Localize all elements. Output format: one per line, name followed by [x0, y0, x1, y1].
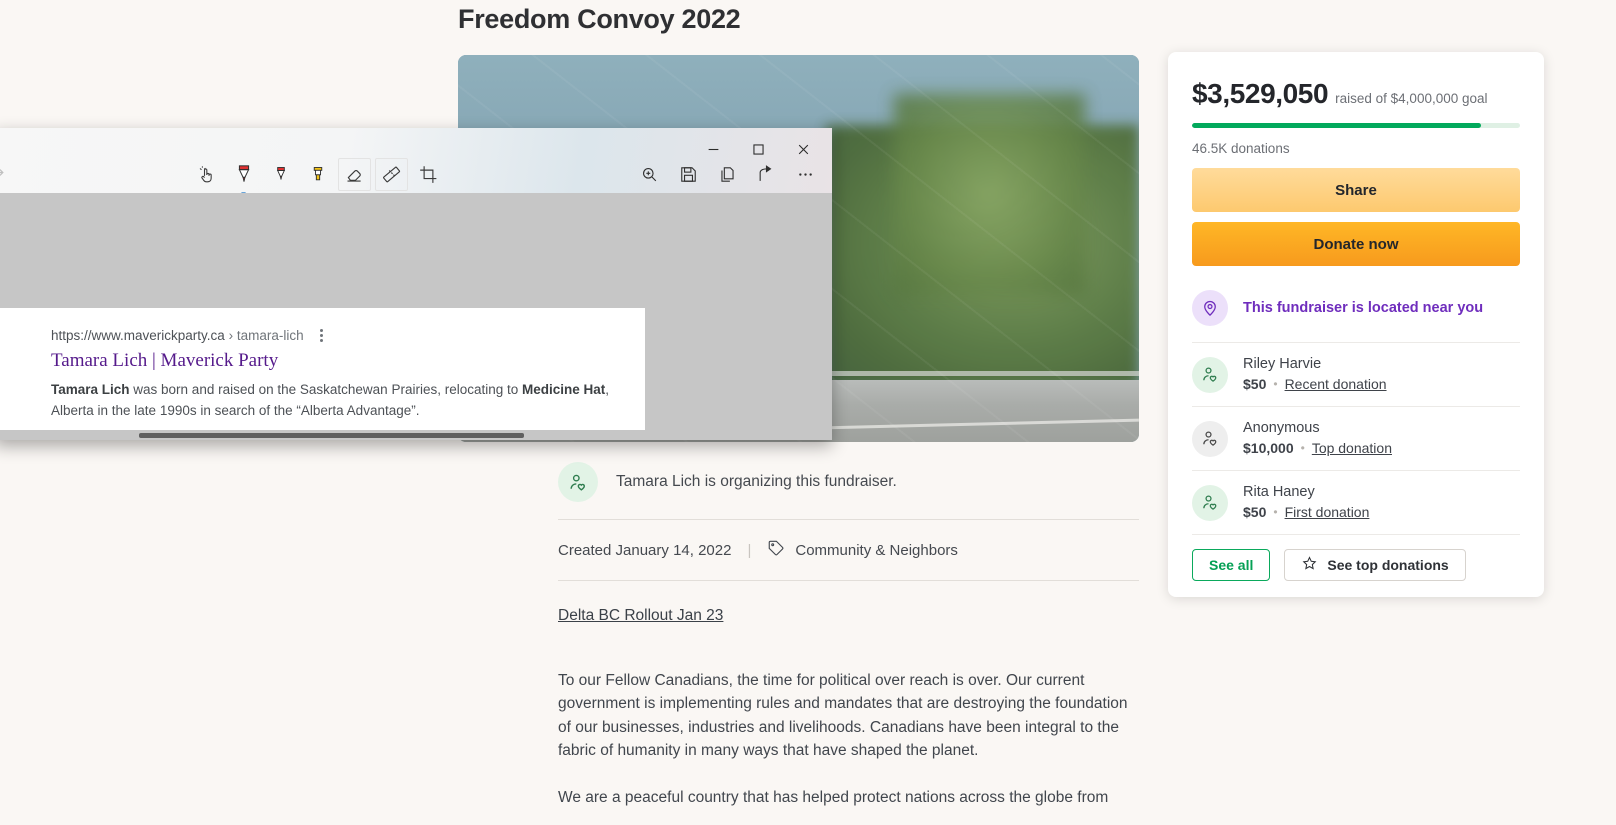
story-paragraph-1: To our Fellow Canadians, the time for po…: [558, 671, 1128, 760]
pencil-icon[interactable]: [264, 158, 297, 191]
kebab-menu-icon[interactable]: [319, 329, 323, 342]
donor-row: Rita Haney $50 • First donation: [1192, 471, 1520, 535]
page-title: Freedom Convoy 2022: [458, 4, 741, 34]
save-icon[interactable]: [672, 158, 705, 191]
progress-bar-fill: [1192, 123, 1481, 128]
search-result-url: https://www.maverickparty.ca › tamara-li…: [51, 328, 304, 343]
card-actions: See all See top donations: [1192, 549, 1520, 581]
person-heart-icon: [1192, 484, 1228, 521]
see-all-button[interactable]: See all: [1192, 549, 1271, 581]
redo-icon[interactable]: [0, 158, 14, 192]
highlighter-icon[interactable]: [301, 158, 334, 191]
trees-backdrop-secondary: [893, 93, 1085, 295]
snippet-bold-term-1: Tamara Lich: [51, 382, 130, 397]
search-result-title[interactable]: Tamara Lich | Maverick Party: [51, 348, 631, 373]
see-top-donations-label: See top donations: [1327, 557, 1449, 573]
donor-row: Anonymous $10,000 • Top donation: [1192, 407, 1520, 471]
snippet-bold-term-2: Medicine Hat: [522, 382, 606, 397]
person-heart-icon: [558, 462, 598, 502]
progress-bar: [1192, 123, 1520, 128]
search-result: https://www.maverickparty.ca › tamara-li…: [51, 328, 631, 421]
snipping-tool-window: ▾: [0, 128, 832, 440]
crop-icon[interactable]: [412, 158, 445, 191]
ruler-icon[interactable]: [375, 158, 408, 191]
share-icon[interactable]: [750, 158, 783, 191]
donation-card: $3,529,050 raised of $4,000,000 goal 46.…: [1168, 52, 1544, 597]
eraser-icon[interactable]: [338, 158, 371, 191]
search-result-breadcrumb: › tamara-lich: [228, 328, 304, 343]
meta-separator: |: [747, 541, 752, 559]
location-pin-icon: [1192, 290, 1228, 326]
guardrail: [798, 371, 1139, 377]
donate-now-button[interactable]: Donate now: [1192, 222, 1520, 266]
divider-bottom: [558, 580, 1139, 581]
raised-amount: $3,529,050: [1192, 78, 1329, 109]
donor-name: Riley Harvie: [1243, 356, 1322, 372]
share-button[interactable]: Share: [1192, 168, 1520, 212]
donor-tag[interactable]: Recent donation: [1285, 374, 1387, 394]
search-result-url-row: https://www.maverickparty.ca › tamara-li…: [51, 328, 631, 343]
category-chip[interactable]: Community & Neighbors: [767, 539, 958, 561]
donor-list: Riley Harvie $50 • Recent donation Anonymous…: [1192, 343, 1520, 535]
donor-dot: •: [1273, 377, 1278, 391]
raised-line: $3,529,050 raised of $4,000,000 goal: [1192, 78, 1520, 110]
more-options-icon[interactable]: [789, 158, 822, 191]
donor-tag[interactable]: First donation: [1285, 502, 1370, 522]
story-paragraph-2: We are a peaceful country that has helpe…: [558, 788, 1109, 806]
created-date: Created January 14, 2022: [558, 541, 732, 559]
person-heart-icon: [1192, 356, 1228, 393]
meta-row: Created January 14, 2022 | Community & N…: [558, 539, 958, 561]
ballpoint-pen-icon[interactable]: ▾: [227, 158, 260, 201]
near-you-banner: This fundraiser is located near you: [1192, 274, 1520, 343]
see-top-donations-button[interactable]: See top donations: [1284, 549, 1466, 581]
snipping-tool-toolbar: ▾: [190, 158, 445, 201]
zoom-icon[interactable]: [633, 158, 666, 191]
donor-dot: •: [1273, 505, 1278, 519]
donor-amount: $50: [1243, 504, 1267, 520]
star-icon: [1301, 555, 1318, 575]
donor-amount: $10,000: [1243, 440, 1294, 456]
snipping-tool-actions: [633, 158, 822, 191]
donor-name: Anonymous: [1243, 420, 1320, 436]
captured-snippet-image: https://www.maverickparty.ca › tamara-li…: [0, 308, 645, 440]
donor-tag[interactable]: Top donation: [1312, 438, 1392, 458]
horizontal-scrollbar[interactable]: [0, 430, 832, 440]
snip-canvas: https://www.maverickparty.ca › tamara-li…: [0, 193, 832, 440]
donor-name: Rita Haney: [1243, 484, 1315, 500]
divider-top: [558, 519, 1139, 520]
copy-icon[interactable]: [711, 158, 744, 191]
donor-dot: •: [1300, 441, 1305, 455]
story-update-link[interactable]: Delta BC Rollout Jan 23: [558, 607, 723, 625]
search-result-snippet: Tamara Lich was born and raised on the S…: [51, 379, 617, 421]
screen: Freedom Convoy 2022 Tamara Lich is organ…: [0, 0, 1616, 825]
donations-count: 46.5K donations: [1192, 141, 1290, 156]
donor-row: Riley Harvie $50 • Recent donation: [1192, 343, 1520, 407]
touch-writing-icon[interactable]: [190, 158, 223, 191]
organizer-row: Tamara Lich is organizing this fundraise…: [558, 462, 897, 502]
near-you-text: This fundraiser is located near you: [1243, 300, 1484, 316]
category-label: Community & Neighbors: [795, 541, 958, 559]
horizontal-scrollbar-thumb[interactable]: [139, 433, 524, 438]
snipping-tool-titlebar[interactable]: ▾: [0, 128, 832, 201]
goal-text: raised of $4,000,000 goal: [1335, 91, 1488, 106]
person-heart-icon: [1192, 420, 1228, 457]
organizer-text: Tamara Lich is organizing this fundraise…: [616, 473, 897, 490]
tag-icon: [767, 539, 785, 561]
donor-amount: $50: [1243, 376, 1267, 392]
snippet-mid-text: was born and raised on the Saskatchewan …: [129, 382, 523, 397]
